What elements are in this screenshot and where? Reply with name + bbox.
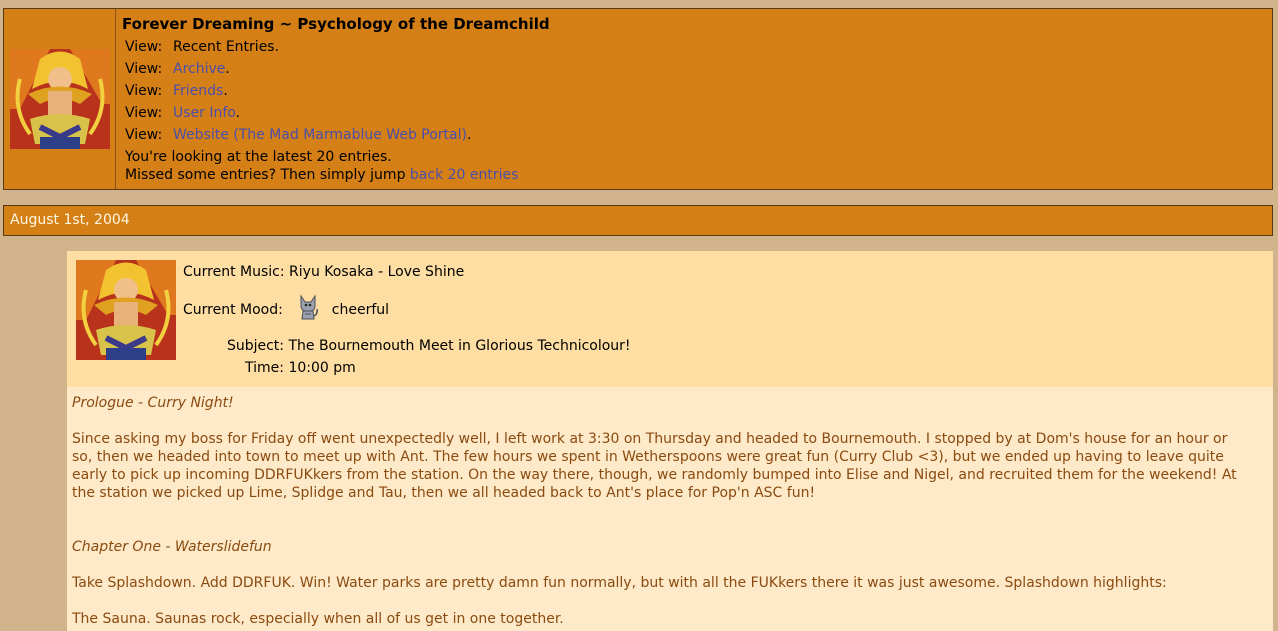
view-label: View: (125, 105, 163, 121)
view-recent-row: View: Recent Entries. (122, 36, 550, 58)
current-music-row: Current Music: Riyu Kosaka - Love Shine (183, 264, 464, 280)
view-website-row: View: Website (The Mad Marmablue Web Port… (122, 124, 550, 146)
view-archive-row: View: Archive. (122, 58, 550, 80)
view-label: View: (125, 127, 163, 143)
subject-value: The Bournemouth Meet in Glorious Technic… (288, 338, 631, 354)
latest-entries-note: You're looking at the latest 20 entries. (125, 149, 392, 165)
missed-entries-note: Missed some entries? Then simply jump ba… (122, 166, 550, 184)
current-mood-label: Current Mood: (183, 302, 283, 318)
time-label: Time: (245, 360, 284, 376)
subject-label: Subject: (226, 338, 284, 354)
view-userinfo-row: View: User Info. (122, 102, 550, 124)
current-music-value: Riyu Kosaka - Love Shine (289, 264, 465, 280)
journal-entry: Current Music: Riyu Kosaka - Love Shine … (67, 251, 1273, 631)
time-row: Time: 10:00 pm (183, 360, 356, 376)
view-label: View: (125, 39, 163, 55)
journal-header: Forever Dreaming ~ Psychology of the Dre… (3, 8, 1273, 190)
entry-avatar (76, 260, 176, 360)
view-label: View: (125, 61, 163, 77)
user-avatar (10, 49, 110, 149)
view-label: View: (125, 83, 163, 99)
missed-entries-text: Missed some entries? Then simply jump (125, 167, 410, 183)
current-music-label: Current Music: (183, 264, 285, 280)
view-website-link[interactable]: Website (The Mad Marmablue Web Portal) (173, 127, 467, 143)
time-value: 10:00 pm (288, 360, 356, 376)
back-20-entries-link[interactable]: back 20 entries (410, 167, 519, 183)
header-info: Forever Dreaming ~ Psychology of the Dre… (122, 15, 550, 184)
journal-title: Forever Dreaming ~ Psychology of the Dre… (122, 15, 550, 33)
current-mood-value: cheerful (331, 302, 390, 318)
chapter-one-paragraph: Take Splashdown. Add DDRFUK. Win! Water … (72, 575, 1167, 591)
header-avatar-cell (4, 9, 116, 189)
view-user-info-link[interactable]: User Info (173, 105, 236, 121)
chapter-one-heading: Chapter One - Waterslidefun (72, 539, 272, 555)
subject-row: Subject: The Bournemouth Meet in Gloriou… (183, 338, 631, 354)
view-friends-link[interactable]: Friends (173, 83, 223, 99)
entry-body: Prologue - Curry Night! Since asking my … (72, 394, 1252, 628)
prologue-heading: Prologue - Curry Night! (72, 395, 234, 411)
view-archive-link[interactable]: Archive (173, 61, 225, 77)
date-heading: August 1st, 2004 (3, 205, 1273, 236)
cat-icon (297, 294, 319, 326)
view-friends-row: View: Friends. (122, 80, 550, 102)
prologue-paragraph: Since asking my boss for Friday off went… (72, 431, 1237, 501)
current-mood-row: Current Mood: cheerful (183, 294, 389, 326)
sauna-paragraph: The Sauna. Saunas rock, especially when … (72, 611, 564, 627)
entry-header: Current Music: Riyu Kosaka - Love Shine … (67, 251, 1273, 387)
view-recent-entries: Recent Entries (173, 39, 275, 55)
